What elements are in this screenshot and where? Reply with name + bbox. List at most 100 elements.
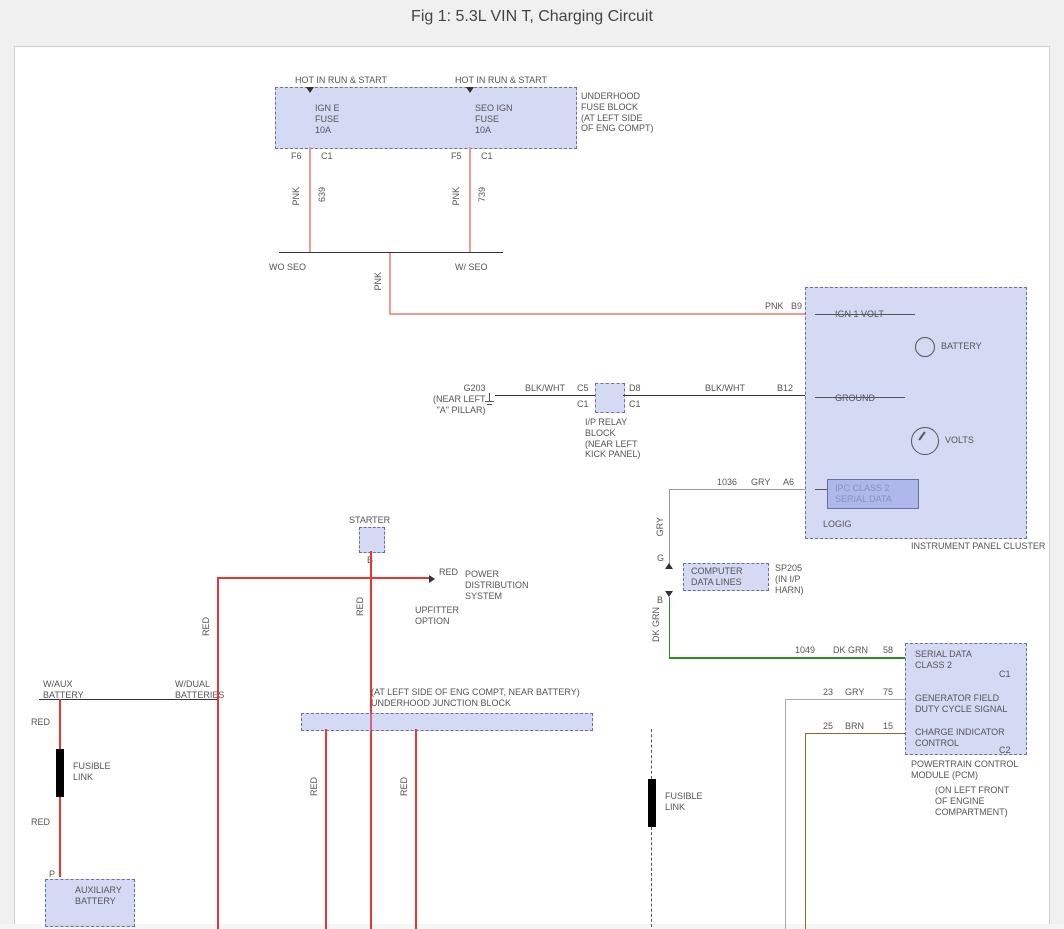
pin75: 75 [883, 687, 893, 698]
g203-label: G203 (NEAR LEFT "A" PILLAR) [433, 383, 486, 415]
fuse1-in-arrow [306, 87, 314, 93]
blkwht-label-2: BLK/WHT [705, 383, 745, 394]
ground-stub2 [485, 401, 494, 402]
wire-pnk-739 [469, 147, 471, 252]
wire-pnk-639 [309, 147, 311, 252]
pcm-c2: C2 [999, 745, 1011, 756]
wire-brn-25-v [805, 733, 806, 929]
wire-gry-23 [785, 699, 905, 700]
c5-pin: C5 [577, 383, 589, 394]
ipc-inner-line3 [815, 489, 827, 490]
gry23: GRY [845, 687, 864, 698]
fuse2-in-arrow [466, 87, 474, 93]
fusible-label-2: FUSIBLE LINK [665, 791, 703, 813]
b-pin: B [657, 595, 663, 606]
num1049: 1049 [795, 645, 815, 656]
g-pin: G [657, 553, 664, 564]
red-left-label: RED [201, 617, 212, 636]
pcm-name: POWERTRAIN CONTROL MODULE (PCM) [911, 759, 1018, 781]
c1-relay-b: C1 [629, 399, 641, 410]
wire-red-main-v [370, 551, 372, 929]
wire-gry-1036-h [669, 489, 805, 490]
a6-pin: A6 [783, 477, 794, 488]
aux-battery-label: AUXILIARY BATTERY [75, 885, 122, 907]
seo-bridge [279, 252, 503, 253]
junction-block [301, 713, 593, 731]
wire-red-jb-2 [415, 729, 417, 929]
pnk-label-2: PNK [451, 187, 462, 206]
fusible-label-1: FUSIBLE LINK [73, 761, 111, 783]
ign-e-fuse: IGN E FUSE 10A [315, 103, 340, 135]
pin15: 15 [883, 721, 893, 732]
wire-dkgrn-h [669, 657, 905, 659]
upfitter-label: UPFITTER OPTION [415, 605, 459, 627]
dkgrn-h: DK GRN [833, 645, 868, 656]
wire-red-aux-1 [59, 699, 61, 749]
wire-brn-25 [805, 733, 905, 734]
pcm-charge: CHARGE INDICATOR CONTROL [915, 727, 1005, 749]
dashed-down [651, 729, 653, 779]
gry-v-label: GRY [655, 517, 666, 536]
red-aux-1: RED [31, 717, 50, 728]
seo-ign-fuse: SEO IGN FUSE 10A [475, 103, 513, 135]
wire-pnk-main-v [389, 253, 391, 313]
wire-blkwht-2 [623, 395, 805, 396]
w-seo: W/ SEO [455, 262, 488, 273]
figure-title: Fig 1: 5.3L VIN T, Charging Circuit [0, 8, 1064, 26]
wire-dkgrn-v [669, 597, 670, 657]
fusible-link-1 [56, 749, 64, 797]
red-jb-2: RED [399, 777, 410, 796]
waux-label: W/AUX BATTERY [43, 679, 84, 701]
ipc-inner-line1 [815, 314, 915, 315]
f5-pin: F5 [451, 151, 462, 162]
wo-seo: WO SEO [269, 262, 306, 273]
pcm-serial: SERIAL DATA CLASS 2 [915, 649, 972, 671]
ipc-inner-line2 [815, 397, 905, 398]
volts-label: VOLTS [945, 435, 974, 446]
ipc-class2-chip [827, 479, 919, 509]
pnk-label-1: PNK [291, 187, 302, 206]
ip-relay-block [595, 383, 625, 413]
pnk-b9-label: PNK [765, 301, 784, 312]
pcm-gen: GENERATOR FIELD DUTY CYCLE SIGNAL [915, 693, 1007, 715]
pnk-main-label: PNK [373, 272, 384, 291]
b12-pin: B12 [777, 383, 793, 394]
d8-pin: D8 [629, 383, 641, 394]
red-jb-1: RED [309, 777, 320, 796]
fusible-link-2 [648, 779, 656, 827]
wiring-diagram: HOT IN RUN & START HOT IN RUN & START IG… [14, 46, 1050, 924]
num23: 23 [823, 687, 833, 698]
wire-red-jb-1 [325, 729, 327, 929]
red-label-main: RED [355, 597, 366, 616]
dkgrn-v: DK GRN [651, 607, 662, 642]
computer-data-lines: COMPUTER DATA LINES [691, 566, 743, 588]
ground-stub1 [489, 393, 490, 401]
dashed-down-2 [651, 827, 653, 927]
pcm-loc: (ON LEFT FRONT OF ENGINE COMPARTMENT) [935, 785, 1009, 817]
gry-1036: GRY [751, 477, 770, 488]
num25: 25 [823, 721, 833, 732]
wire-red-aux-2 [59, 797, 61, 877]
starter-label: STARTER [349, 515, 390, 526]
c1-pin-a: C1 [321, 151, 333, 162]
wire-red-top-h [217, 577, 429, 579]
junction-label: (AT LEFT SIDE OF ENG COMPT, NEAR BATTERY… [371, 687, 580, 709]
relay-block-desc: I/P RELAY BLOCK (NEAR LEFT KICK PANEL) [585, 417, 640, 460]
wdual-label: W/DUAL BATTERIES [175, 679, 224, 701]
wire-blkwht-1 [495, 395, 595, 396]
sp205-arrow-up [665, 563, 673, 569]
battery-symbol [915, 337, 935, 357]
ground-label: GROUND [835, 393, 875, 404]
starter-block [359, 527, 385, 553]
logic-label: LOGIG [823, 519, 852, 530]
f6-pin: F6 [291, 151, 302, 162]
page-root: Fig 1: 5.3L VIN T, Charging Circuit HOT … [0, 0, 1064, 924]
ground-stub3 [487, 404, 492, 405]
num639: 639 [317, 187, 328, 202]
battery-label: BATTERY [941, 341, 982, 352]
ipc-name: INSTRUMENT PANEL CLUSTER [911, 541, 1045, 552]
num1036: 1036 [717, 477, 737, 488]
wire-red-left-v [217, 577, 219, 929]
blkwht-label-1: BLK/WHT [525, 383, 565, 394]
fuse-block-desc: UNDERHOOD FUSE BLOCK (AT LEFT SIDE OF EN… [581, 91, 654, 134]
